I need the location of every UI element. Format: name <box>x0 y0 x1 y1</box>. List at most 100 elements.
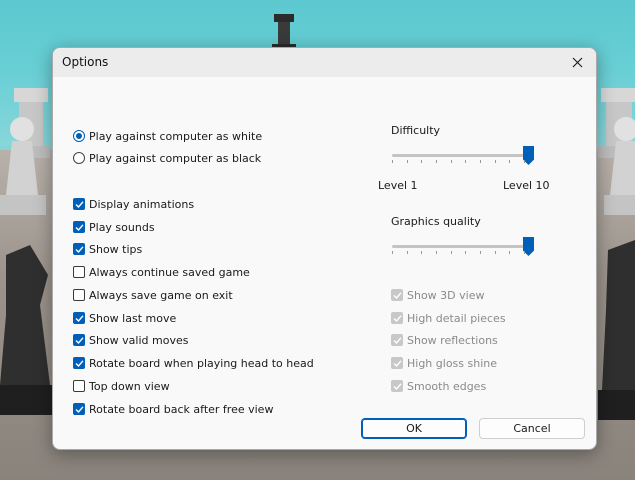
slider-tick <box>509 160 510 163</box>
checkmark-icon <box>75 405 84 413</box>
pawn-piece-icon <box>0 117 46 215</box>
knight-piece-icon <box>598 240 635 420</box>
slider-tick <box>509 251 510 254</box>
checkbox-label: Always continue saved game <box>89 265 250 279</box>
checkbox-rotate-head-to-head[interactable]: Rotate board when playing head to head <box>73 355 314 371</box>
checkbox-label: Rotate board back after free view <box>89 402 274 416</box>
slider-tick <box>421 160 422 163</box>
dialog-title: Options <box>62 55 109 69</box>
checkmark-icon <box>75 245 84 253</box>
checkbox-show-valid-moves[interactable]: Show valid moves <box>73 332 188 348</box>
close-button[interactable] <box>558 48 596 77</box>
slider-tick <box>524 251 525 254</box>
checkbox-top-down-view[interactable]: Top down view <box>73 378 170 394</box>
difficulty-slider[interactable] <box>392 146 534 166</box>
difficulty-max-label: Level 10 <box>503 179 550 192</box>
radio-play-black[interactable]: Play against computer as black <box>73 150 261 166</box>
slider-tick <box>451 251 452 254</box>
checkbox-label: Smooth edges <box>407 379 487 393</box>
checkbox-show-3d-view[interactable]: Show 3D view <box>391 287 484 303</box>
radio-label: Play against computer as white <box>89 129 263 143</box>
checkbox[interactable] <box>73 198 85 210</box>
checkbox-rotate-back[interactable]: Rotate board back after free view <box>73 401 273 417</box>
checkbox-always-save[interactable]: Always save game on exit <box>73 287 233 303</box>
checkbox[interactable] <box>73 243 85 255</box>
checkbox[interactable] <box>391 334 403 346</box>
checkmark-icon <box>75 359 84 367</box>
slider-tick <box>495 160 496 163</box>
checkbox-label: Top down view <box>89 379 170 393</box>
ok-button[interactable]: OK <box>361 418 467 439</box>
checkmark-icon <box>393 382 402 390</box>
checkbox[interactable] <box>73 289 85 301</box>
checkbox-label: Display animations <box>89 197 195 211</box>
checkbox[interactable] <box>73 266 85 278</box>
difficulty-label: Difficulty <box>391 124 441 137</box>
checkbox-label: Always save game on exit <box>89 288 233 302</box>
radio-play-white[interactable]: Play against computer as white <box>73 128 262 144</box>
checkbox-play-sounds[interactable]: Play sounds <box>73 219 155 235</box>
knight-piece-icon <box>0 245 54 415</box>
checkmark-icon <box>393 314 402 322</box>
options-dialog: Options Play against computer as white P… <box>52 47 597 450</box>
checkbox[interactable] <box>391 357 403 369</box>
checkbox-label: High detail pieces <box>407 311 506 325</box>
cancel-button[interactable]: Cancel <box>479 418 585 439</box>
checkmark-icon <box>75 223 84 231</box>
checkbox-show-reflections[interactable]: Show reflections <box>391 332 498 348</box>
checkbox[interactable] <box>73 380 85 392</box>
checkbox-label: Show reflections <box>407 333 498 347</box>
radio-button[interactable] <box>73 130 85 142</box>
checkbox[interactable] <box>391 380 403 392</box>
checkmark-icon <box>75 314 84 322</box>
checkbox[interactable] <box>73 334 85 346</box>
slider-tick <box>407 160 408 163</box>
checkbox-label: Show valid moves <box>89 333 189 347</box>
title-bar: Options <box>53 48 596 77</box>
slider-tick <box>524 160 525 163</box>
graphics-quality-slider[interactable] <box>392 237 534 257</box>
slider-tick <box>451 160 452 163</box>
graphics-quality-label: Graphics quality <box>391 215 481 228</box>
checkmark-icon <box>75 200 84 208</box>
rook-piece-icon <box>272 14 296 50</box>
slider-track <box>392 154 524 157</box>
slider-tick <box>465 251 466 254</box>
checkbox-always-continue[interactable]: Always continue saved game <box>73 264 250 280</box>
pawn-piece-icon <box>604 117 635 215</box>
slider-tick <box>436 251 437 254</box>
slider-track <box>392 245 524 248</box>
radio-button[interactable] <box>73 152 85 164</box>
checkbox[interactable] <box>73 357 85 369</box>
checkbox[interactable] <box>73 312 85 324</box>
checkbox[interactable] <box>391 312 403 324</box>
checkmark-icon <box>393 336 402 344</box>
checkbox-high-gloss-shine[interactable]: High gloss shine <box>391 355 497 371</box>
slider-tick <box>421 251 422 254</box>
slider-tick <box>465 160 466 163</box>
slider-tick <box>392 251 393 254</box>
checkbox[interactable] <box>73 403 85 415</box>
checkbox-label: Show 3D view <box>407 288 485 302</box>
checkbox-label: Rotate board when playing head to head <box>89 356 314 370</box>
checkbox[interactable] <box>73 221 85 233</box>
checkbox-label: High gloss shine <box>407 356 498 370</box>
checkbox-label: Show last move <box>89 311 177 325</box>
slider-tick <box>436 160 437 163</box>
checkbox-display-animations[interactable]: Display animations <box>73 196 194 212</box>
checkbox-show-last-move[interactable]: Show last move <box>73 310 176 326</box>
checkbox-smooth-edges[interactable]: Smooth edges <box>391 378 486 394</box>
checkmark-icon <box>393 359 402 367</box>
checkbox-label: Play sounds <box>89 220 155 234</box>
checkmark-icon <box>393 291 402 299</box>
slider-tick <box>495 251 496 254</box>
checkbox-label: Show tips <box>89 242 143 256</box>
slider-tick <box>480 160 481 163</box>
difficulty-min-label: Level 1 <box>378 179 418 192</box>
checkbox[interactable] <box>391 289 403 301</box>
checkmark-icon <box>75 336 84 344</box>
checkbox-show-tips[interactable]: Show tips <box>73 241 142 257</box>
slider-tick <box>480 251 481 254</box>
radio-label: Play against computer as black <box>89 151 262 165</box>
checkbox-high-detail-pieces[interactable]: High detail pieces <box>391 310 506 326</box>
